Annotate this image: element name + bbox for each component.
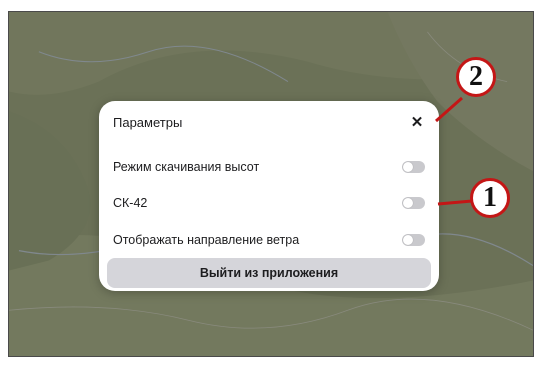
- callout-badge-1: 1: [470, 178, 510, 218]
- callout-1-leader: [437, 199, 473, 206]
- callout-badge-2: 2: [456, 57, 496, 97]
- callout-2-leader: [435, 96, 463, 123]
- callout-number: 2: [469, 61, 483, 92]
- callout-leaders: [435, 96, 473, 206]
- callout-number: 1: [483, 182, 497, 213]
